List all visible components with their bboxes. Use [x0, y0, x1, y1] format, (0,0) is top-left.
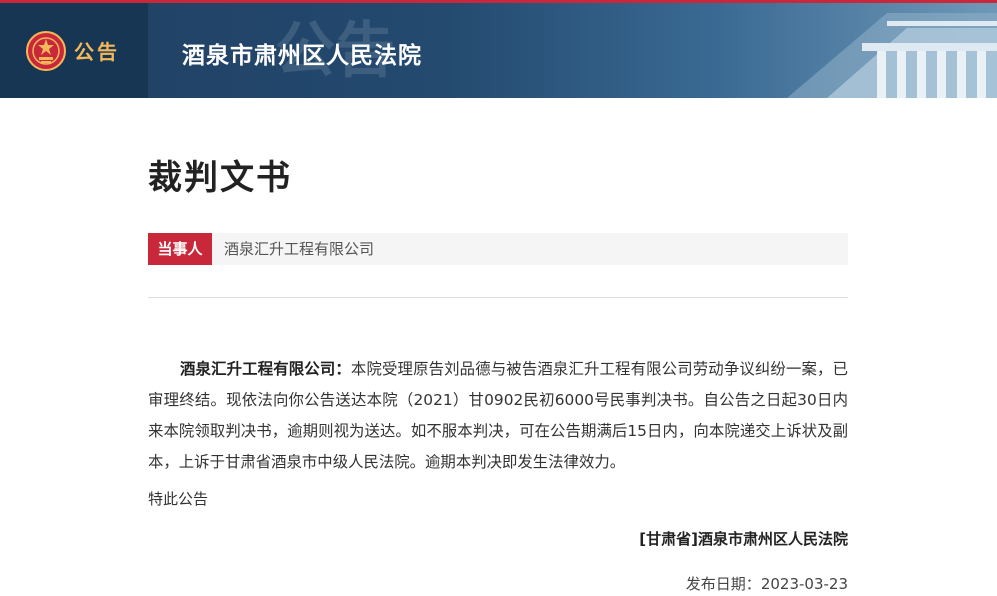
party-label: 当事人 — [148, 233, 212, 265]
date-value: 2023-03-23 — [760, 575, 848, 593]
document-title: 裁判文书 — [148, 158, 292, 198]
addressee: 酒泉汇升工程有限公司： — [180, 360, 351, 378]
judgment-body: 酒泉汇升工程有限公司：本院受理原告刘品德与被告酒泉汇升工程有限公司劳动争议纠纷一… — [148, 354, 848, 478]
courthouse-building-icon — [787, 13, 997, 98]
court-signature: [甘肃省]酒泉市肃州区人民法院 — [639, 530, 848, 548]
site-header: 公告 公告 酒泉市肃州区人民法院 — [0, 3, 997, 98]
party-value: 酒泉汇升工程有限公司 — [224, 240, 375, 258]
notice-label: 公告 — [74, 40, 120, 64]
publish-date: 发布日期：2023-03-23 — [148, 573, 848, 594]
party-row: 当事人 酒泉汇升工程有限公司 — [148, 233, 848, 265]
date-label: 发布日期： — [685, 575, 761, 593]
court-name-title[interactable]: 酒泉市肃州区人民法院 — [182, 36, 422, 70]
closing-text: 特此公告 — [148, 490, 209, 508]
notice-tab[interactable]: 公告 — [0, 3, 148, 98]
divider — [148, 297, 848, 298]
court-emblem-icon — [26, 31, 66, 71]
